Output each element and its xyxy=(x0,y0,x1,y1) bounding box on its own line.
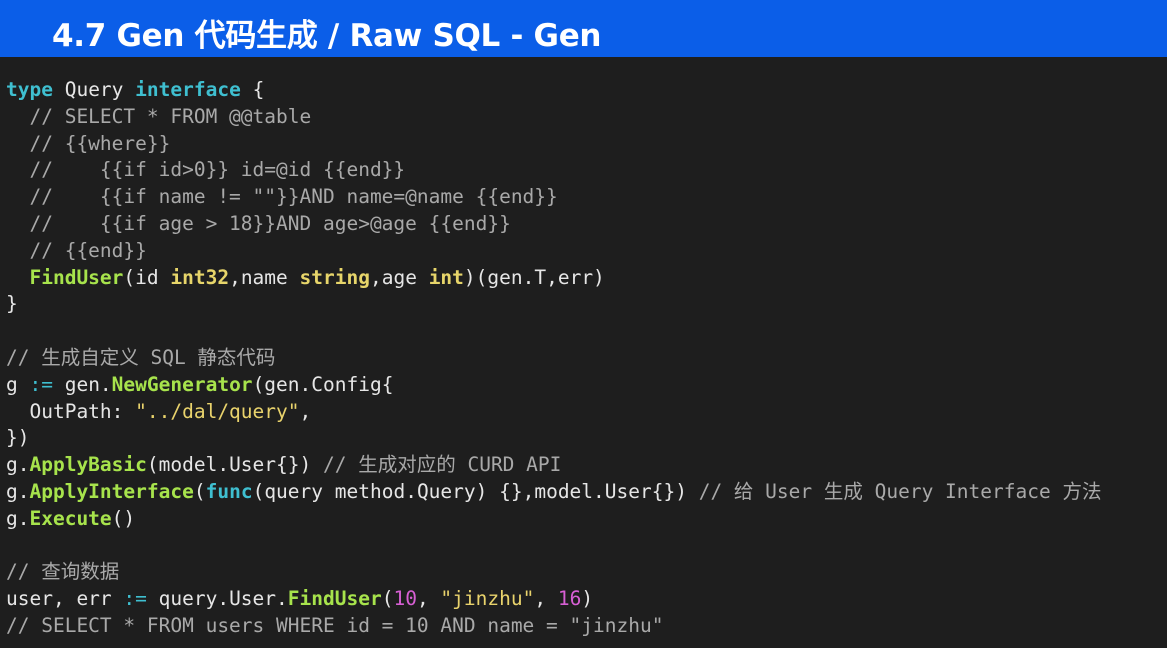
code-text: )(gen.T,err) xyxy=(463,265,605,289)
code-text: ) xyxy=(581,587,594,611)
code-line: g := gen.NewGenerator(gen.Config{ xyxy=(6,372,1166,399)
code-line: // 生成自定义 SQL 静态代码 xyxy=(6,345,1166,372)
code-text: } xyxy=(6,292,18,316)
code-text: ,age xyxy=(369,265,429,289)
code-text: g. xyxy=(6,479,30,503)
code-comment: // {{if name != ""}}AND name=@name {{end… xyxy=(6,185,558,209)
code-line: g.ApplyInterface(func(query method.Query… xyxy=(6,479,1166,506)
code-line: user, err := query.User.FindUser(10, "ji… xyxy=(6,586,1166,613)
code-line: // 查询数据 xyxy=(6,559,1166,586)
code-line: FindUser(id int32,name string,age int)(g… xyxy=(6,265,1166,292)
code-comment: // SELECT * FROM @@table xyxy=(6,104,312,128)
code-line: // {{end}} xyxy=(6,238,1166,265)
code-string: "jinzhu" xyxy=(440,587,535,611)
code-line: // {{where}} xyxy=(6,131,1166,158)
code-text: (model.User{}) xyxy=(146,453,323,477)
code-text: Query xyxy=(52,78,136,101)
code-text: () xyxy=(111,506,136,530)
code-comment: // 查询数据 xyxy=(6,560,120,584)
code-text: , xyxy=(534,587,558,611)
code-comment: // 生成自定义 SQL 静态代码 xyxy=(6,345,276,369)
code-line: } xyxy=(6,291,1166,318)
code-keyword: type xyxy=(6,78,53,101)
code-line: g.Execute() xyxy=(6,506,1166,533)
code-text: g xyxy=(6,372,30,396)
code-text: }) xyxy=(6,426,30,450)
code-comment: // 给 User 生成 Query Interface 方法 xyxy=(698,479,1102,503)
code-keyword: func xyxy=(205,479,253,503)
slide-title: 4.7 Gen 代码生成 / Raw SQL - Gen xyxy=(52,18,602,54)
code-text: gen. xyxy=(52,372,112,396)
code-comment: // {{where}} xyxy=(6,131,171,155)
code-line: g.ApplyBasic(model.User{}) // 生成对应的 CURD… xyxy=(6,452,1166,479)
code-line: // {{if id>0}} id=@id {{end}} xyxy=(6,157,1166,184)
code-block: type Query interface { // SELECT * FROM … xyxy=(6,77,1166,640)
code-string: "../dal/query" xyxy=(135,399,300,423)
code-text: (gen.Config{ xyxy=(252,372,394,396)
code-text: g. xyxy=(6,506,30,530)
title-bar: 4.7 Gen 代码生成 / Raw SQL - Gen xyxy=(0,0,1167,57)
code-text: ( xyxy=(381,587,394,611)
code-comment: // SELECT * FROM users WHERE id = 10 AND… xyxy=(6,613,664,637)
code-text: , xyxy=(416,587,441,611)
code-text: (query method.Query) {},model.User{}) xyxy=(252,479,699,503)
code-function: FindUser xyxy=(287,587,382,611)
code-type: int xyxy=(428,265,464,289)
code-line: }) xyxy=(6,425,1166,452)
code-text: ( xyxy=(193,479,206,503)
code-function: NewGenerator xyxy=(111,372,253,396)
code-line: // SELECT * FROM @@table xyxy=(6,104,1166,131)
code-text: (id xyxy=(123,265,171,289)
code-text: { xyxy=(240,78,265,101)
code-line: // SELECT * FROM users WHERE id = 10 AND… xyxy=(6,613,1166,640)
code-function: ApplyBasic xyxy=(29,453,147,477)
code-comment: // {{if id>0}} id=@id {{end}} xyxy=(6,158,406,182)
code-function: Execute xyxy=(29,506,112,530)
code-text: ,name xyxy=(229,265,300,289)
code-line: // {{if age > 18}}AND age>@age {{end}} xyxy=(6,211,1166,238)
code-line: // {{if name != ""}}AND name=@name {{end… xyxy=(6,184,1166,211)
code-text: , xyxy=(299,399,312,423)
code-text: g. xyxy=(6,453,30,477)
code-operator: := xyxy=(123,587,147,611)
code-number: 16 xyxy=(557,587,582,611)
code-text: query.User. xyxy=(146,587,288,611)
code-text: user, err xyxy=(6,587,124,611)
code-line: OutPath: "../dal/query", xyxy=(6,399,1166,426)
code-function: ApplyInterface xyxy=(29,479,194,503)
code-keyword: interface xyxy=(135,78,241,101)
code-comment: // {{if age > 18}}AND age>@age {{end}} xyxy=(6,211,511,235)
code-type: int32 xyxy=(170,265,230,289)
code-operator: := xyxy=(29,372,53,396)
code-type: string xyxy=(299,265,370,289)
code-comment: // 生成对应的 CURD API xyxy=(323,453,562,477)
code-line: type Query interface { xyxy=(6,77,1166,104)
code-function: FindUser xyxy=(29,265,124,289)
code-text: OutPath: xyxy=(6,399,136,423)
code-number: 10 xyxy=(393,587,417,611)
code-comment: // {{end}} xyxy=(6,238,147,262)
